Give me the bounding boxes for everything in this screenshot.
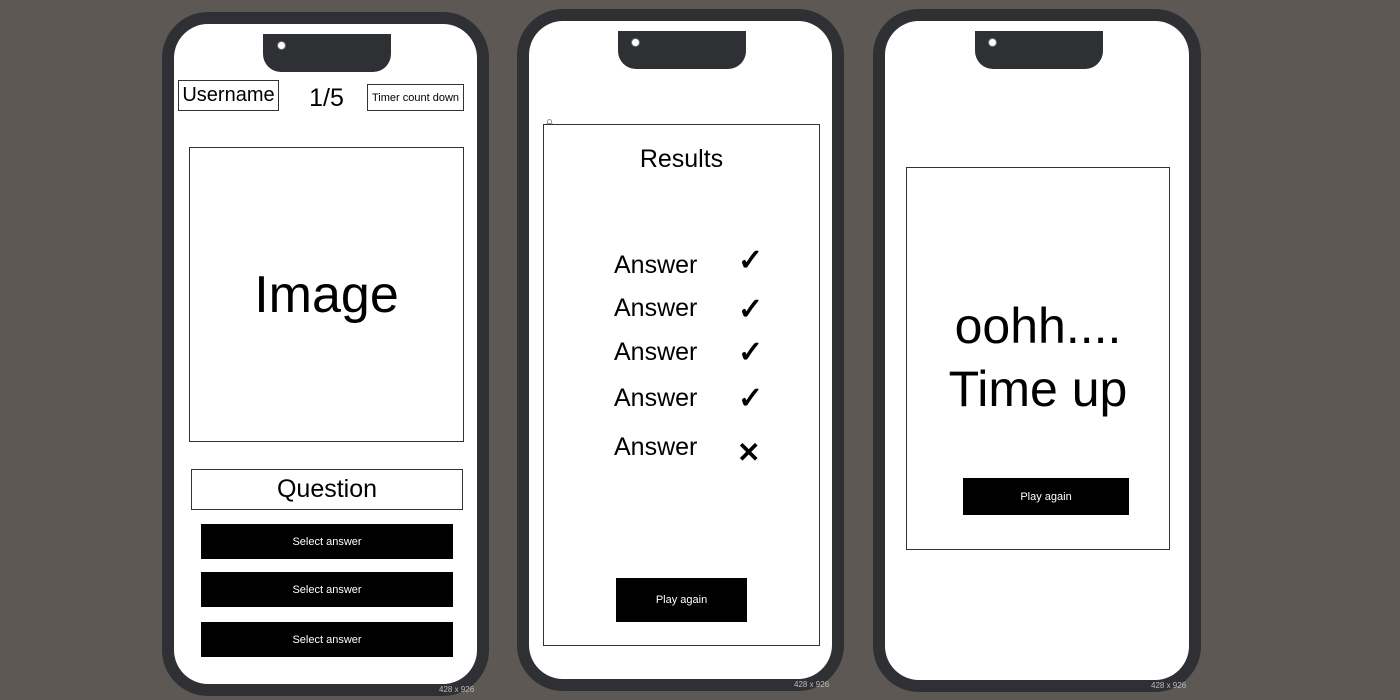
check-icon: ✓ (738, 336, 764, 369)
timeout-message-line2: Time up (948, 361, 1128, 417)
result-answer-1: Answer (614, 251, 698, 279)
progress-counter: 1/5 (309, 83, 344, 112)
phone-timeout: oohh.... Time up Play again 428 x 926 (873, 9, 1201, 692)
notch (618, 31, 746, 69)
username-label: Username (178, 80, 279, 111)
select-answer-button-3[interactable]: Select answer (201, 622, 453, 657)
result-answer-2: Answer (614, 294, 698, 322)
play-again-button[interactable]: Play again (963, 478, 1129, 515)
camera-icon (277, 41, 286, 50)
cross-icon: ✕ (737, 437, 761, 468)
check-icon: ✓ (738, 293, 764, 326)
select-answer-button-2[interactable]: Select answer (201, 572, 453, 607)
frame-size-label: 428 x 926 (794, 680, 830, 689)
results-panel: Results Answer ✓ Answer ✓ Answer ✓ Answe… (543, 124, 820, 646)
play-again-button[interactable]: Play again (616, 578, 747, 622)
timer-countdown: Timer count down (367, 84, 464, 111)
camera-icon (988, 38, 997, 47)
results-screen: Results Answer ✓ Answer ✓ Answer ✓ Answe… (529, 21, 832, 679)
image-placeholder: Image (189, 147, 464, 442)
lock-icon (546, 115, 553, 128)
question-box: Question (191, 469, 463, 510)
timeout-panel: oohh.... Time up Play again (906, 167, 1170, 550)
phone-results: Results Answer ✓ Answer ✓ Answer ✓ Answe… (517, 9, 844, 691)
notch (263, 34, 391, 72)
notch (975, 31, 1103, 69)
result-answer-5: Answer (614, 433, 698, 461)
result-answer-3: Answer (614, 338, 698, 366)
camera-icon (631, 38, 640, 47)
timeout-message-line1: oohh.... (954, 298, 1122, 354)
timeout-screen: oohh.... Time up Play again (885, 21, 1189, 680)
quiz-screen: Username 1/5 Timer count down Image Ques… (174, 24, 477, 684)
frame-size-label: 428 x 926 (1151, 681, 1187, 690)
select-answer-button-1[interactable]: Select answer (201, 524, 453, 559)
phone-quiz: Username 1/5 Timer count down Image Ques… (162, 12, 489, 696)
check-icon: ✓ (738, 244, 764, 277)
result-answer-4: Answer (614, 384, 698, 412)
check-icon: ✓ (738, 382, 764, 415)
results-title: Results (639, 144, 724, 173)
frame-size-label: 428 x 926 (439, 685, 475, 694)
